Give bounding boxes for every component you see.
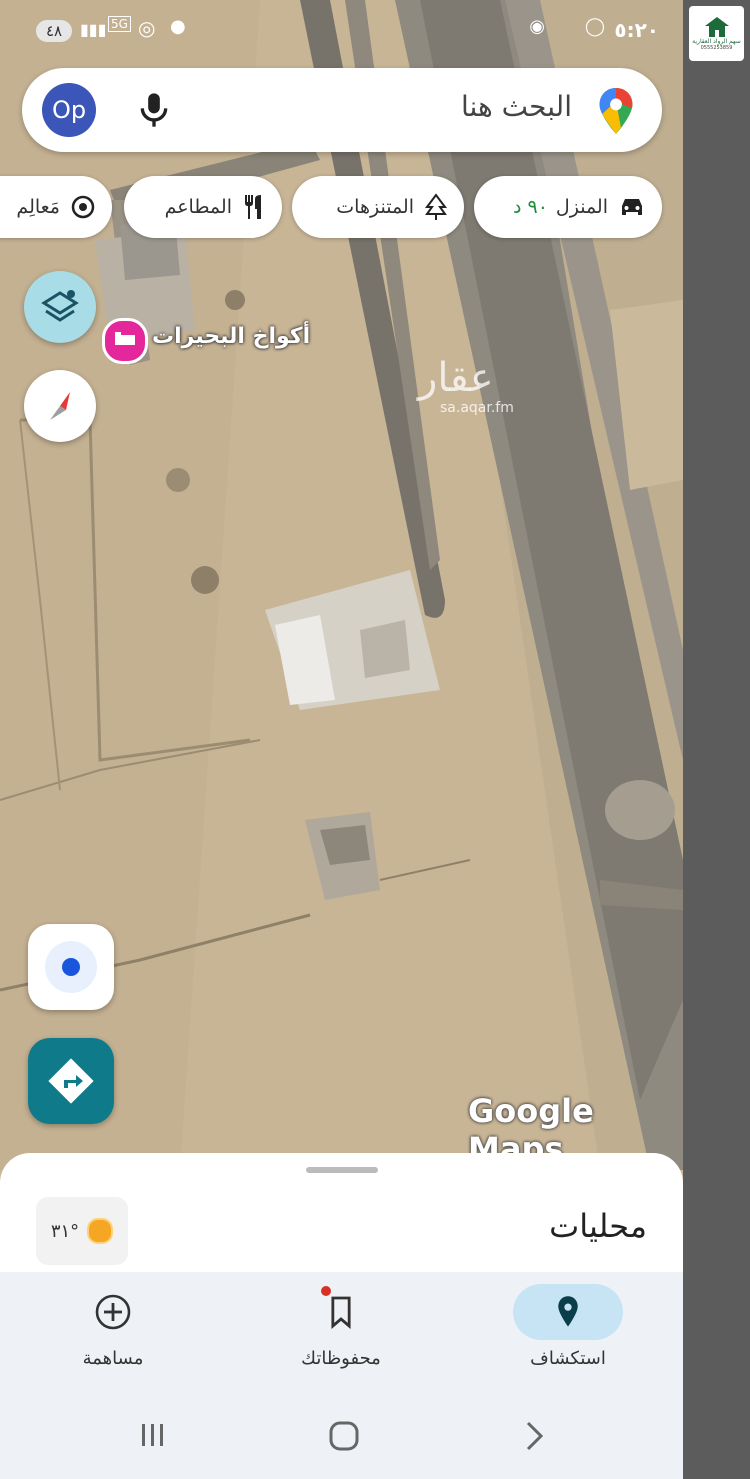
notification-dot xyxy=(321,1286,331,1296)
weather-temp: ٣١° xyxy=(50,1220,80,1242)
search-input[interactable]: البحث هنا xyxy=(461,90,572,123)
hotspot-icon: ◎ xyxy=(138,16,156,40)
location-status-icon: ● xyxy=(170,16,186,37)
chip-restaurants[interactable]: المطاعم xyxy=(124,176,282,238)
chip-label: المنزل xyxy=(555,196,608,218)
whatsapp-icon: ◯ xyxy=(584,16,605,37)
directions-icon xyxy=(48,1058,94,1104)
watermark-url: sa.aqar.fm xyxy=(440,400,514,416)
nav-label: مساهمة xyxy=(82,1348,144,1369)
compass-icon xyxy=(50,392,70,420)
my-location-button[interactable] xyxy=(28,924,114,1010)
location-pin-icon xyxy=(513,1284,623,1340)
logo-phone: 0555253859 xyxy=(700,45,733,51)
layers-button[interactable] xyxy=(24,271,96,343)
nav-explore[interactable]: استكشاف xyxy=(468,1272,668,1382)
bottom-sheet[interactable]: محليات ٣١° xyxy=(0,1153,683,1283)
nav-label: محفوظاتك xyxy=(301,1348,381,1369)
tree-icon xyxy=(424,193,448,221)
house-logo-icon xyxy=(704,16,730,38)
recents-icon[interactable] xyxy=(138,1420,168,1454)
system-navigation-bar xyxy=(0,1392,683,1479)
side-panel xyxy=(683,0,750,1479)
chip-eta: ٩٠ د xyxy=(512,196,548,218)
messenger-icon: ◉ xyxy=(529,16,545,37)
sheet-drag-handle[interactable] xyxy=(306,1167,378,1173)
signal-icon: ▮▮▮ xyxy=(80,20,107,39)
bottom-navigation: استكشاف محفوظاتك مساهمة xyxy=(0,1272,683,1392)
microphone-icon[interactable] xyxy=(134,90,174,134)
landmark-icon xyxy=(70,194,96,220)
bookmark-icon xyxy=(286,1284,396,1340)
layers-icon xyxy=(41,290,79,322)
home-icon[interactable] xyxy=(328,1420,360,1456)
chip-home[interactable]: المنزل ٩٠ د xyxy=(474,176,662,238)
company-logo: سهم الرواد العقارية 0555253859 xyxy=(689,6,744,61)
lodging-pin-icon[interactable] xyxy=(102,318,148,364)
search-bar[interactable]: Op البحث هنا xyxy=(22,68,662,152)
chip-parks[interactable]: المتنزهات xyxy=(292,176,464,238)
back-icon[interactable] xyxy=(522,1420,546,1456)
car-icon xyxy=(618,196,646,218)
restaurant-icon xyxy=(242,193,266,221)
compass-button[interactable] xyxy=(24,370,96,442)
watermark-text: عقار xyxy=(418,355,494,401)
chip-label: المطاعم xyxy=(164,196,232,218)
phone-screen: أكواخ البحيرات عقار sa.aqar.fm Google Ma… xyxy=(0,0,683,1479)
chip-label: مَعالِم xyxy=(16,196,60,218)
nav-label: استكشاف xyxy=(530,1348,606,1369)
my-location-icon xyxy=(45,941,97,993)
directions-button[interactable] xyxy=(28,1038,114,1124)
chip-label: المتنزهات xyxy=(336,196,414,218)
nav-saved[interactable]: محفوظاتك xyxy=(241,1272,441,1382)
battery-indicator: ٤٨ xyxy=(36,20,72,42)
network-label: 5G xyxy=(108,16,131,32)
sheet-title: محليات xyxy=(549,1207,647,1245)
sun-icon xyxy=(87,1218,114,1244)
status-time: ٥:٢٠ xyxy=(614,18,659,42)
status-bar: ٥:٢٠ ٤٨ ▮▮▮ 5G ◎ ● ◉ ◯ xyxy=(0,14,683,50)
add-circle-icon xyxy=(58,1284,168,1340)
avatar[interactable]: Op xyxy=(42,83,96,137)
nav-contribute[interactable]: مساهمة xyxy=(13,1272,213,1382)
place-label[interactable]: أكواخ البحيرات xyxy=(152,324,310,349)
weather-badge[interactable]: ٣١° xyxy=(36,1197,128,1265)
google-maps-pin-icon xyxy=(596,88,636,138)
logo-text: سهم الرواد العقارية xyxy=(692,38,741,45)
chip-landmarks[interactable]: مَعالِم xyxy=(0,176,112,238)
